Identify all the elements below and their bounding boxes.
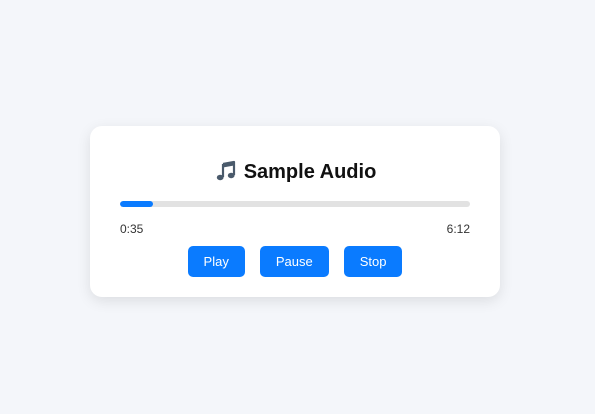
total-time: 6:12 bbox=[446, 222, 470, 236]
player-title-text: Sample Audio bbox=[243, 160, 377, 183]
pause-button[interactable]: Pause bbox=[259, 246, 329, 277]
audio-player-card: Sample Audio 0:35 6:12 Play Pause Stop bbox=[90, 126, 500, 297]
current-time: 0:35 bbox=[120, 222, 144, 236]
stop-button[interactable]: Stop bbox=[343, 246, 403, 277]
player-title: Sample Audio bbox=[90, 160, 500, 184]
progress-bar[interactable] bbox=[120, 201, 470, 207]
progress-fill bbox=[120, 201, 153, 207]
playback-controls: Play Pause Stop bbox=[90, 246, 500, 277]
play-button[interactable]: Play bbox=[187, 246, 245, 277]
music-note-icon bbox=[214, 160, 238, 184]
